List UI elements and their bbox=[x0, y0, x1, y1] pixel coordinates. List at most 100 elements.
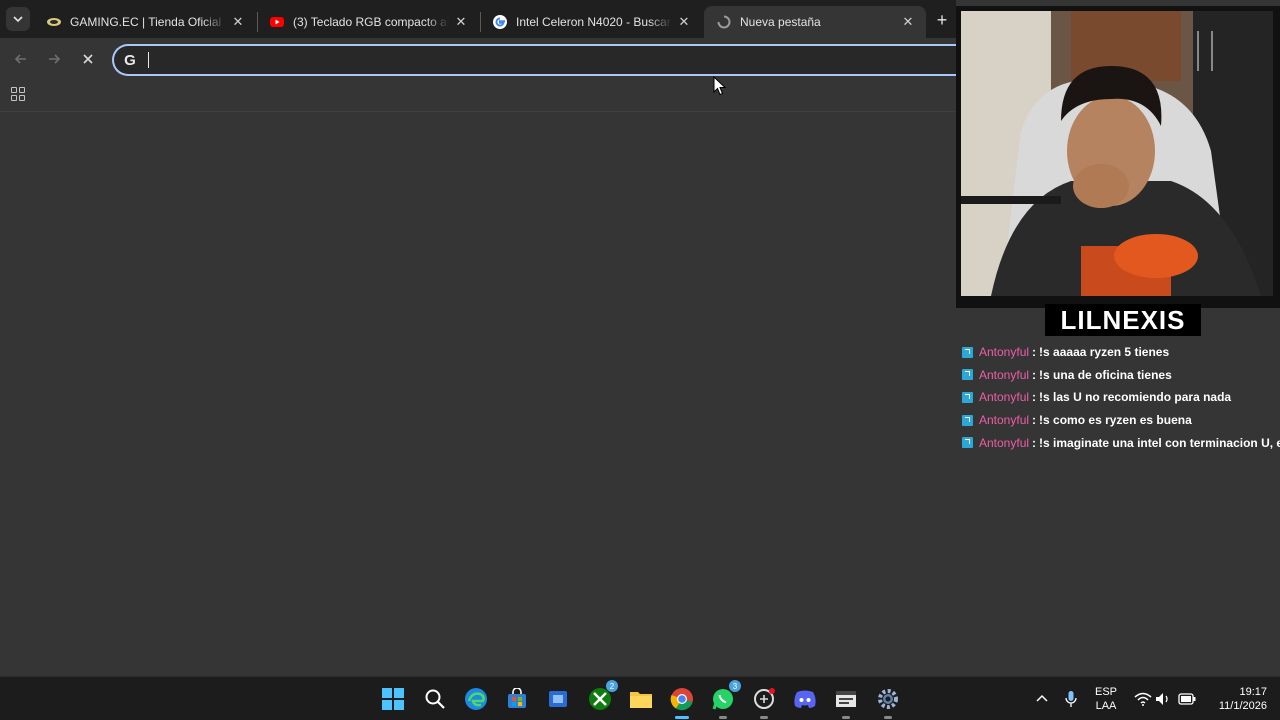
chat-message: Antonyful : !s las U no recomiendo para … bbox=[960, 386, 1280, 409]
taskbar-xbox[interactable]: 2 bbox=[587, 680, 618, 712]
app-circle-icon bbox=[754, 688, 775, 709]
chat-badge-icon bbox=[962, 414, 973, 426]
chat-message: Antonyful : !s imaginate una intel con t… bbox=[960, 431, 1280, 454]
new-tab-button[interactable]: + bbox=[930, 8, 954, 32]
running-indicator bbox=[884, 716, 892, 719]
search-icon bbox=[425, 689, 445, 709]
close-icon bbox=[83, 54, 93, 64]
chat-badge-icon bbox=[962, 437, 973, 449]
chat-text: !s las U no recomiendo para nada bbox=[1039, 390, 1232, 405]
forward-button[interactable] bbox=[43, 48, 65, 70]
keyboard-layout: LAA bbox=[1095, 700, 1117, 712]
chat-text: !s aaaaa ryzen 5 tienes bbox=[1039, 345, 1170, 360]
chat-username: Antonyful bbox=[979, 367, 1030, 382]
folder-icon bbox=[630, 692, 652, 708]
close-icon[interactable]: ✕ bbox=[900, 14, 916, 30]
running-indicator bbox=[760, 716, 768, 719]
youtube-icon bbox=[269, 14, 285, 30]
notification-badge: 2 bbox=[606, 680, 618, 692]
back-button[interactable] bbox=[10, 48, 32, 70]
chat-username: Antonyful bbox=[979, 413, 1030, 428]
close-icon[interactable]: ✕ bbox=[676, 14, 692, 30]
chat-separator: : bbox=[1032, 435, 1037, 450]
tab-strip: GAMING.EC | Tienda Oficial ✕ (3) Teclado… bbox=[0, 0, 956, 38]
chat-overlay: Antonyful : !s aaaaa ryzen 5 tienes Anto… bbox=[960, 341, 1280, 454]
taskbar-app-window[interactable] bbox=[833, 686, 859, 719]
google-icon bbox=[492, 14, 508, 30]
clock-time: 19:17 bbox=[1239, 686, 1267, 698]
start-button[interactable] bbox=[380, 686, 406, 712]
chat-username: Antonyful bbox=[979, 435, 1030, 450]
chat-separator: : bbox=[1032, 413, 1037, 428]
chat-badge-icon bbox=[962, 369, 973, 381]
chat-badge-icon bbox=[962, 391, 973, 403]
tab-google-search[interactable]: Intel Celeron N4020 - Buscar con Google … bbox=[480, 6, 702, 38]
gear-icon bbox=[878, 689, 898, 709]
chat-separator: : bbox=[1032, 345, 1037, 360]
close-icon[interactable]: ✕ bbox=[230, 14, 246, 30]
tab-title: GAMING.EC | Tienda Oficial bbox=[70, 15, 222, 29]
active-indicator bbox=[675, 716, 689, 719]
taskbar-chrome[interactable] bbox=[669, 686, 695, 719]
taskbar-settings[interactable] bbox=[875, 686, 901, 719]
tab-gaming-ec[interactable]: GAMING.EC | Tienda Oficial ✕ bbox=[34, 6, 256, 38]
address-input[interactable] bbox=[144, 50, 934, 70]
chat-text: !s como es ryzen es buena bbox=[1039, 413, 1192, 428]
chat-message: Antonyful : !s aaaaa ryzen 5 tienes bbox=[960, 341, 1280, 364]
chat-text: !s imaginate una intel con terminacion U… bbox=[1039, 435, 1280, 450]
chrome-icon bbox=[670, 688, 693, 711]
language-code: ESP bbox=[1094, 686, 1117, 698]
chat-badge-icon bbox=[962, 346, 973, 358]
tab-new-tab[interactable]: Nueva pestaña ✕ bbox=[704, 6, 926, 38]
streamer-name: LILNEXIS bbox=[1045, 304, 1201, 336]
tab-youtube[interactable]: (3) Teclado RGB compacto al 60% para Gam… bbox=[257, 6, 479, 38]
volume-button[interactable] bbox=[1150, 686, 1176, 712]
edge-icon bbox=[465, 688, 487, 710]
show-hidden-icons-button[interactable] bbox=[1029, 686, 1055, 712]
google-g-icon: G bbox=[124, 51, 136, 69]
apps-grid-icon[interactable] bbox=[11, 87, 27, 103]
blank-page bbox=[0, 113, 956, 676]
windows-icon bbox=[382, 688, 404, 710]
tab-title: Nueva pestaña bbox=[740, 15, 821, 29]
chevron-up-icon bbox=[1036, 694, 1048, 702]
chat-username: Antonyful bbox=[979, 345, 1030, 360]
input-language[interactable]: ESP LAA bbox=[1090, 685, 1122, 713]
tab-title: Intel Celeron N4020 - Buscar con Google bbox=[516, 15, 672, 29]
microphone-icon bbox=[1065, 691, 1077, 707]
taskbar-discord[interactable] bbox=[792, 686, 818, 712]
arrow-left-icon bbox=[14, 54, 26, 64]
blue-app-icon bbox=[549, 691, 567, 707]
taskbar-app-circle[interactable] bbox=[751, 686, 777, 719]
discord-icon bbox=[794, 690, 816, 708]
webcam-image bbox=[961, 11, 1273, 296]
address-bar[interactable]: G bbox=[112, 44, 964, 76]
battery-plug-icon bbox=[1178, 693, 1196, 705]
chevron-down-icon bbox=[13, 16, 23, 23]
taskbar-file-explorer[interactable] bbox=[628, 686, 654, 712]
taskbar: 2 3 ESP LAA 19:17 11/1/2026 bbox=[0, 676, 1280, 720]
store-icon bbox=[508, 688, 526, 708]
clock[interactable]: 19:17 11/1/2026 bbox=[1205, 685, 1267, 713]
chat-username: Antonyful bbox=[979, 390, 1030, 405]
clock-date: 11/1/2026 bbox=[1218, 700, 1267, 712]
app-window-icon bbox=[836, 691, 856, 707]
running-indicator bbox=[842, 716, 850, 719]
gaming-ec-icon bbox=[46, 14, 62, 30]
taskbar-app[interactable] bbox=[545, 686, 571, 712]
loading-icon bbox=[716, 14, 732, 30]
speaker-icon bbox=[1156, 693, 1168, 705]
stop-loading-button[interactable] bbox=[77, 48, 99, 70]
tab-search-button[interactable] bbox=[6, 7, 30, 31]
chat-separator: : bbox=[1032, 367, 1037, 382]
taskbar-whatsapp[interactable]: 3 bbox=[710, 680, 741, 719]
close-icon[interactable]: ✕ bbox=[453, 14, 469, 30]
webcam-feed bbox=[961, 11, 1273, 296]
bookmarks-bar bbox=[0, 80, 956, 112]
battery-button[interactable] bbox=[1174, 686, 1200, 712]
search-button[interactable] bbox=[422, 686, 448, 712]
taskbar-store[interactable] bbox=[504, 686, 530, 712]
microphone-button[interactable] bbox=[1058, 686, 1084, 712]
taskbar-edge[interactable] bbox=[463, 686, 489, 712]
arrow-right-icon bbox=[49, 54, 61, 64]
